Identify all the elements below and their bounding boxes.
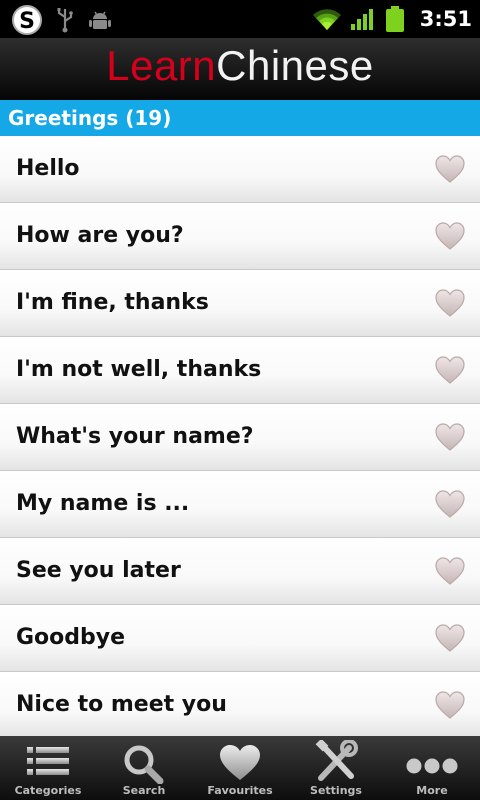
- favourite-heart-icon[interactable]: [434, 355, 466, 385]
- list-item[interactable]: What's your name?: [0, 404, 480, 471]
- more-icon: [406, 758, 458, 774]
- tab-search[interactable]: Search: [96, 736, 192, 800]
- favourite-heart-icon[interactable]: [434, 422, 466, 452]
- list-item[interactable]: Nice to meet you: [0, 672, 480, 736]
- list-item[interactable]: I'm fine, thanks: [0, 270, 480, 337]
- tab-label: Settings: [310, 784, 362, 797]
- tools-icon: [315, 740, 358, 781]
- logo-learn: Learn: [106, 42, 217, 89]
- status-bar-left: S: [12, 5, 112, 35]
- list-icon: [27, 747, 69, 775]
- favourite-heart-icon[interactable]: [434, 556, 466, 586]
- phrase-label: I'm not well, thanks: [16, 357, 262, 382]
- status-bar: S 3:51: [0, 0, 480, 38]
- phrase-label: See you later: [16, 558, 181, 583]
- phrase-list[interactable]: Hello How are you? I'm fine, thanks I'm not…: [0, 136, 480, 736]
- battery-icon: [385, 6, 404, 32]
- tab-settings[interactable]: Settings: [288, 736, 384, 800]
- phrase-label: What's your name?: [16, 424, 254, 449]
- favourite-heart-icon[interactable]: [434, 154, 466, 184]
- bottom-tab-bar: Categories Search Favourites Settings Mo…: [0, 736, 480, 800]
- search-icon: [124, 745, 164, 784]
- app-header: LearnChinese: [0, 38, 480, 100]
- category-title: Greetings (19): [0, 100, 480, 136]
- heart-icon: [220, 745, 260, 780]
- list-item[interactable]: See you later: [0, 538, 480, 605]
- favourite-heart-icon[interactable]: [434, 623, 466, 653]
- list-item[interactable]: My name is ...: [0, 471, 480, 538]
- skype-icon: S: [12, 5, 42, 35]
- signal-icon: [350, 9, 373, 30]
- tab-categories[interactable]: Categories: [0, 736, 96, 800]
- status-bar-right: 3:51: [312, 5, 472, 33]
- logo-chinese: Chinese: [216, 42, 374, 89]
- list-item[interactable]: How are you?: [0, 203, 480, 270]
- phrase-label: My name is ...: [16, 491, 190, 516]
- clock: 3:51: [419, 7, 472, 31]
- tab-label: Categories: [14, 784, 82, 797]
- phrase-label: I'm fine, thanks: [16, 290, 209, 315]
- tab-more[interactable]: More: [384, 736, 480, 800]
- list-item[interactable]: I'm not well, thanks: [0, 337, 480, 404]
- phrase-label: Hello: [16, 156, 80, 181]
- tab-label: More: [416, 784, 448, 797]
- tab-favourites[interactable]: Favourites: [192, 736, 288, 800]
- usb-icon: [57, 8, 73, 33]
- wifi-icon: [312, 9, 341, 30]
- list-item[interactable]: Goodbye: [0, 605, 480, 672]
- list-item[interactable]: Hello: [0, 136, 480, 203]
- app-logo: LearnChinese: [0, 42, 480, 90]
- favourite-heart-icon[interactable]: [434, 288, 466, 318]
- favourite-heart-icon[interactable]: [434, 221, 466, 251]
- favourite-heart-icon[interactable]: [434, 690, 466, 720]
- phrase-label: How are you?: [16, 223, 184, 248]
- tab-label: Search: [122, 784, 166, 797]
- tab-label: Favourites: [207, 784, 273, 797]
- phrase-label: Goodbye: [16, 625, 126, 650]
- android-debug-icon: [89, 11, 111, 29]
- favourite-heart-icon[interactable]: [434, 489, 466, 519]
- phrase-label: Nice to meet you: [16, 692, 227, 717]
